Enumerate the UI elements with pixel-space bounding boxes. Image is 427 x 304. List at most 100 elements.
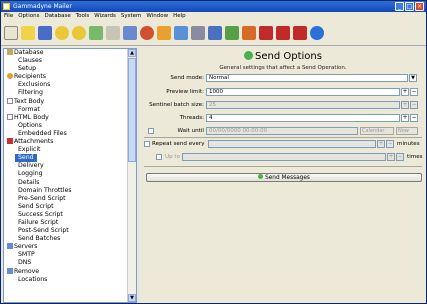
tree-item-post-send-script[interactable]: Post-Send Script xyxy=(4,227,128,235)
tree-item-delivery[interactable]: Delivery xyxy=(4,162,128,170)
tree-item-dns[interactable]: DNS xyxy=(4,259,128,267)
tree-item-recipients[interactable]: Recipients xyxy=(4,73,128,81)
sidebar-scrollbar[interactable]: ▲ ▼ xyxy=(127,49,136,302)
up-to-increment-icon[interactable]: + xyxy=(387,153,395,161)
grid-icon[interactable] xyxy=(106,25,120,40)
up-to-decrement-icon[interactable]: − xyxy=(396,153,404,161)
menu-options[interactable]: Options xyxy=(18,12,39,20)
tree-item-domain-throttles[interactable]: Domain Throttles xyxy=(4,187,128,195)
check-icon[interactable] xyxy=(225,25,239,40)
dns-icon[interactable] xyxy=(293,25,307,40)
tree-item-pre-send-script[interactable]: Pre-Send Script xyxy=(4,195,128,203)
threads-increment-icon[interactable]: + xyxy=(401,114,409,122)
menu-database[interactable]: Database xyxy=(44,12,70,20)
preview-limit-decrement-icon[interactable]: − xyxy=(410,88,418,96)
threads-decrement-icon[interactable]: − xyxy=(410,114,418,122)
pop3-icon[interactable] xyxy=(276,25,290,40)
now-button[interactable]: Now xyxy=(396,127,418,135)
send-options-panel: Send Options General settings that affec… xyxy=(140,48,426,303)
edit-icon[interactable] xyxy=(242,25,256,40)
tree-item-locations[interactable]: Locations xyxy=(4,276,128,284)
tools-icon[interactable] xyxy=(123,25,137,40)
tree-item-logging[interactable]: Logging xyxy=(4,170,128,178)
maximize-button[interactable]: □ xyxy=(405,2,414,11)
tree-item-text-body[interactable]: Text Body xyxy=(4,97,128,106)
tree-item-format[interactable]: Format xyxy=(4,106,128,114)
new-icon[interactable] xyxy=(4,25,18,40)
scroll-thumb[interactable] xyxy=(128,58,136,162)
repeat-decrement-icon[interactable]: − xyxy=(386,140,394,148)
sentinel-batch-input[interactable]: 25 xyxy=(206,101,400,109)
text-body-icon xyxy=(7,97,13,104)
send-icon xyxy=(258,174,264,179)
tree-item-send[interactable]: Send xyxy=(15,154,37,163)
toolbar xyxy=(1,20,426,46)
tree-item-explicit[interactable]: Explicit xyxy=(4,146,128,154)
scroll-up-icon[interactable]: ▲ xyxy=(128,49,136,57)
divider xyxy=(144,137,422,138)
send-options-icon xyxy=(244,51,254,60)
tree-item-servers[interactable]: Servers xyxy=(4,243,128,251)
preview-limit-input[interactable]: 1000 xyxy=(206,88,400,96)
tree-item-details[interactable]: Details xyxy=(4,179,128,187)
times-label: times xyxy=(407,154,423,160)
menu-file[interactable]: File xyxy=(4,12,13,20)
menu-tools[interactable]: Tools xyxy=(76,12,90,20)
tree-item-success-script[interactable]: Success Script xyxy=(4,211,128,219)
threads-input[interactable]: 4 xyxy=(206,114,400,122)
help-icon[interactable] xyxy=(310,25,324,40)
tree-item-clauses[interactable]: Clauses xyxy=(4,57,128,65)
window-title: Gammadyne Mailer xyxy=(13,3,72,10)
tree-item-send-batches[interactable]: Send Batches xyxy=(4,235,128,243)
tree-item-send-script[interactable]: Send Script xyxy=(4,203,128,211)
help-wizard-icon[interactable] xyxy=(72,25,86,40)
calendar-button[interactable]: Calendar xyxy=(360,127,394,135)
tree-item-attachments[interactable]: Attachments xyxy=(4,138,128,146)
wait-until-checkbox[interactable] xyxy=(148,128,154,134)
repeat-increment-icon[interactable]: + xyxy=(377,140,385,148)
tree-item-setup[interactable]: Setup xyxy=(4,65,128,73)
recipients-icon xyxy=(7,73,13,80)
repeat-send-label: Repeat send every xyxy=(152,141,205,147)
close-button[interactable]: × xyxy=(415,2,424,11)
preview-limit-increment-icon[interactable]: + xyxy=(401,88,409,96)
tree-item-remove[interactable]: Remove xyxy=(4,267,128,276)
menu-window[interactable]: Window xyxy=(146,12,168,20)
people-icon[interactable] xyxy=(157,25,171,40)
chart-icon[interactable] xyxy=(208,25,222,40)
tree-item-html-body[interactable]: HTML Body xyxy=(4,113,128,122)
script-icon[interactable] xyxy=(191,25,205,40)
tree-item-exclusions[interactable]: Exclusions xyxy=(4,81,128,89)
tree-item-database[interactable]: Database xyxy=(4,49,128,57)
tree-item-filtering[interactable]: Filtering xyxy=(4,89,128,97)
smtp-icon[interactable] xyxy=(259,25,273,40)
calendar-button-label: Calendar xyxy=(362,128,385,134)
tree-item-embedded-files[interactable]: Embedded Files xyxy=(4,130,128,138)
sentinel-batch-increment-icon[interactable]: + xyxy=(401,101,409,109)
tree-item-failure-script[interactable]: Failure Script xyxy=(4,219,128,227)
chevron-down-icon[interactable]: ▼ xyxy=(409,74,417,82)
minimize-button[interactable]: _ xyxy=(395,2,404,11)
send-messages-label: Send Messages xyxy=(265,175,310,181)
send-mode-select[interactable]: Normal xyxy=(206,74,408,82)
open-icon[interactable] xyxy=(21,25,35,40)
tree-item-options[interactable]: Options xyxy=(4,122,128,130)
save-icon[interactable] xyxy=(38,25,52,40)
wait-until-label: Wait until xyxy=(177,128,204,134)
up-to-checkbox[interactable] xyxy=(156,154,162,160)
clipboard-icon[interactable] xyxy=(174,25,188,40)
wait-until-input[interactable]: 00/00/0000 00:00:00 xyxy=(206,127,358,135)
scroll-down-icon[interactable]: ▼ xyxy=(128,294,136,302)
report-icon[interactable] xyxy=(89,25,103,40)
repeat-send-checkbox[interactable] xyxy=(144,141,150,147)
tree-item-smtp[interactable]: SMTP xyxy=(4,251,128,259)
sentinel-batch-decrement-icon[interactable]: − xyxy=(410,101,418,109)
wizard-icon[interactable] xyxy=(55,25,69,40)
up-to-input[interactable] xyxy=(182,153,386,161)
send-messages-button[interactable]: Send Messages xyxy=(146,173,422,182)
menu-system[interactable]: System xyxy=(121,12,142,20)
menu-wizards[interactable]: Wizards xyxy=(94,12,116,20)
colors-icon[interactable] xyxy=(140,25,154,40)
menu-help[interactable]: Help xyxy=(173,12,186,20)
repeat-interval-input[interactable] xyxy=(208,140,376,148)
